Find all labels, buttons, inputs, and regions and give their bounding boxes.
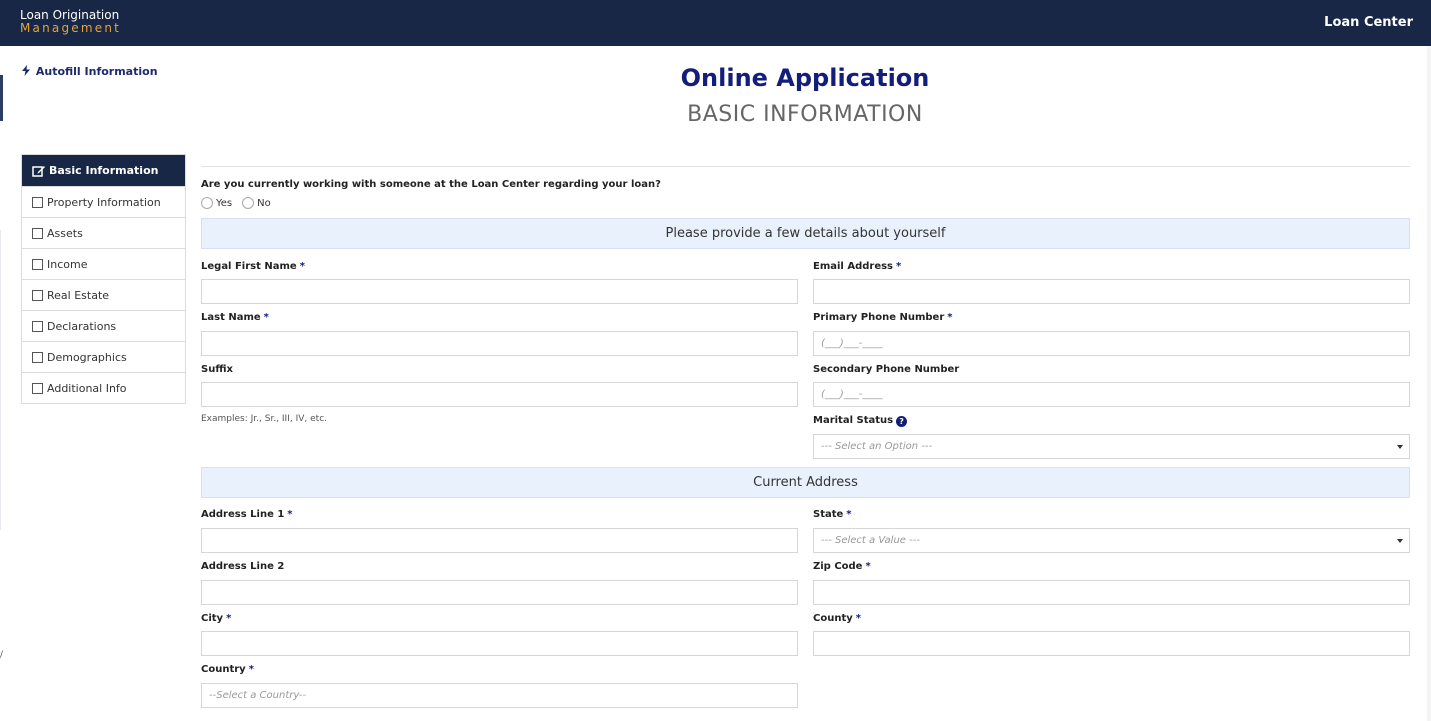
edge-mark: / xyxy=(0,650,4,660)
suffix-label: Suffix xyxy=(201,364,233,375)
sidebar-item-label: Income xyxy=(47,257,88,271)
sidebar-item-label: Additional Info xyxy=(47,381,127,395)
checkbox-icon xyxy=(32,196,43,208)
question-circle-icon[interactable]: ? xyxy=(896,416,908,427)
caret-down-icon xyxy=(1397,539,1403,543)
no-radio-label: No xyxy=(257,197,271,209)
zip-code-label: Zip Code * xyxy=(813,561,871,572)
country-label: Country * xyxy=(201,664,254,675)
suffix-help-text: Examples: Jr., Sr., III, IV, etc. xyxy=(201,414,327,424)
section-divider xyxy=(201,166,1410,167)
sidebar-item-basic-information[interactable]: Basic Information xyxy=(22,155,185,186)
state-selected: --- Select a Value --- xyxy=(821,535,920,546)
yes-radio-label: Yes xyxy=(216,197,233,209)
address-line2-label: Address Line 2 xyxy=(201,561,285,572)
yes-radio[interactable] xyxy=(201,197,213,209)
marital-status-selected: --- Select an Option --- xyxy=(821,441,933,452)
sidebar-item-real-estate[interactable]: Real Estate xyxy=(22,279,185,310)
sidebar-item-label: Real Estate xyxy=(47,288,110,302)
suffix-input[interactable] xyxy=(201,382,798,407)
address-line2-input[interactable] xyxy=(201,580,798,605)
sidebar-item-label: Declarations xyxy=(47,319,117,333)
brand-line2: Management xyxy=(20,21,122,35)
last-name-label: Last Name * xyxy=(201,312,269,323)
sidebar-item-demographics[interactable]: Demographics xyxy=(22,341,185,372)
checkbox-icon xyxy=(32,289,43,301)
address-line1-label: Address Line 1 * xyxy=(201,509,293,520)
autofill-link[interactable]: Autofill Information xyxy=(22,65,158,78)
checkbox-icon xyxy=(32,320,43,332)
primary-phone-label: Primary Phone Number * xyxy=(813,312,953,323)
no-radio[interactable] xyxy=(242,197,255,209)
marital-status-select[interactable]: --- Select an Option --- xyxy=(813,434,1410,459)
county-input[interactable] xyxy=(813,631,1410,656)
checkbox-icon xyxy=(32,351,43,363)
checkbox-icon xyxy=(32,382,43,394)
address-section-header: Current Address xyxy=(201,467,1410,498)
caret-down-icon xyxy=(1397,445,1403,449)
edit-icon xyxy=(32,165,45,177)
county-label: County * xyxy=(813,613,861,624)
loan-center-question: Are you currently working with someone a… xyxy=(201,179,661,190)
sidebar-item-label: Assets xyxy=(47,226,83,240)
sidebar-nav: Basic Information Property Information A… xyxy=(21,154,186,404)
secondary-phone-input[interactable]: (___)___-____ xyxy=(813,382,1410,407)
city-label: City * xyxy=(201,613,232,624)
email-input[interactable] xyxy=(813,279,1410,304)
page-subtitle: BASIC INFORMATION xyxy=(687,102,923,127)
state-label: State * xyxy=(813,509,852,520)
edge-panel-line xyxy=(0,230,1,530)
zip-code-input[interactable] xyxy=(813,580,1410,605)
sidebar-item-additional-info[interactable]: Additional Info xyxy=(22,372,185,403)
about-section-header: Please provide a few details about yours… xyxy=(201,218,1410,249)
loan-center-link[interactable]: Loan Center xyxy=(1324,15,1413,30)
sidebar-item-label: Basic Information xyxy=(49,164,159,177)
secondary-phone-label: Secondary Phone Number xyxy=(813,364,960,375)
sidebar-item-assets[interactable]: Assets xyxy=(22,217,185,248)
first-name-label: Legal First Name * xyxy=(201,261,305,272)
state-select[interactable]: --- Select a Value --- xyxy=(813,528,1410,553)
email-label: Email Address * xyxy=(813,261,902,272)
first-name-input[interactable] xyxy=(201,279,798,304)
loan-center-radio-group: Yes No xyxy=(201,197,281,209)
autofill-label: Autofill Information xyxy=(35,65,158,78)
page-scrollbar[interactable] xyxy=(1427,46,1431,721)
bolt-icon xyxy=(22,65,34,78)
edge-panel-bar xyxy=(0,75,3,121)
page-title: Online Application xyxy=(680,64,930,92)
marital-status-label: Marital Status? xyxy=(813,415,908,427)
city-input[interactable] xyxy=(201,631,798,656)
brand-logo[interactable]: Loan Origination Management xyxy=(20,9,121,35)
sidebar-item-income[interactable]: Income xyxy=(22,248,185,279)
country-select[interactable]: --Select a Country-- xyxy=(201,683,798,708)
last-name-input[interactable] xyxy=(201,331,798,356)
checkbox-icon xyxy=(32,227,43,239)
sidebar-item-declarations[interactable]: Declarations xyxy=(22,310,185,341)
sidebar-item-label: Property Information xyxy=(47,195,161,209)
sidebar-item-label: Demographics xyxy=(47,350,127,364)
sidebar-item-property-information[interactable]: Property Information xyxy=(22,186,185,217)
top-navbar: Loan Origination Management Loan Center xyxy=(0,0,1431,46)
primary-phone-input[interactable]: (___)___-____ xyxy=(813,331,1410,356)
checkbox-icon xyxy=(32,258,43,270)
country-selected: --Select a Country-- xyxy=(209,690,307,701)
address-line1-input[interactable] xyxy=(201,528,798,553)
